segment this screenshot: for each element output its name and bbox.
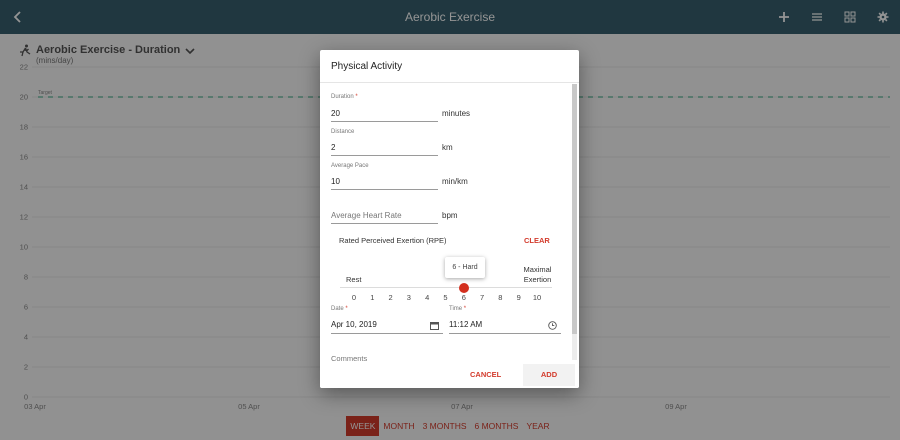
rpe-tick-label: 7: [480, 293, 485, 302]
dialog-scrollbar[interactable]: [572, 84, 577, 360]
time-input[interactable]: 11:12 AM: [449, 320, 482, 329]
heart-rate-input[interactable]: Average Heart Rate: [331, 211, 402, 220]
distance-unit: km: [442, 143, 453, 152]
dialog-title: Physical Activity: [331, 61, 403, 72]
rpe-tick-label: 0: [351, 293, 357, 302]
pace-input[interactable]: 10: [331, 177, 340, 186]
time-underline: [449, 333, 561, 334]
rpe-slider-track[interactable]: [340, 287, 552, 288]
pace-underline: [331, 189, 438, 190]
rpe-tick-labels: 0 1 2 3 4 5 6 7 8 9 10: [344, 293, 554, 303]
rpe-tick-label: 5: [443, 293, 448, 302]
distance-underline: [331, 155, 438, 156]
rpe-tick-label: 2: [388, 293, 393, 302]
rpe-tick-label: 3: [406, 293, 411, 302]
date-input[interactable]: Apr 10, 2019: [331, 320, 377, 329]
distance-input[interactable]: 2: [331, 143, 335, 152]
clock-icon[interactable]: [548, 321, 557, 330]
rpe-min-label: Rest: [346, 275, 362, 284]
calendar-icon[interactable]: [430, 321, 439, 330]
rpe-value-tooltip: 6 - Hard: [445, 257, 485, 278]
dialog-divider: [320, 82, 579, 83]
distance-label: Distance: [331, 129, 355, 135]
rpe-tick-label: 9: [516, 293, 521, 302]
heart-rate-underline: [331, 223, 438, 224]
dialog-actions: CANCEL ADD: [320, 362, 579, 388]
clear-button[interactable]: CLEAR: [524, 236, 550, 245]
pace-label: Average Pace: [331, 163, 369, 169]
date-underline: [331, 333, 443, 334]
rpe-tick-label: 6: [461, 293, 466, 302]
rpe-label: Rated Perceived Exertion (RPE): [339, 236, 447, 245]
duration-underline: [331, 121, 438, 122]
rpe-tick-label: 8: [498, 293, 503, 302]
add-button[interactable]: ADD: [523, 364, 575, 386]
rpe-slider-thumb[interactable]: [458, 283, 469, 293]
duration-unit: minutes: [442, 109, 471, 118]
heart-rate-unit: bpm: [442, 211, 458, 220]
rpe-tick-label: 10: [532, 293, 542, 302]
cancel-button[interactable]: CANCEL: [470, 370, 501, 379]
date-label: Date *: [331, 306, 348, 312]
rpe-max-label: Maximal Exertion: [523, 265, 552, 284]
time-label: Time *: [449, 306, 467, 312]
physical-activity-dialog: Physical Activity Duration * 20 minutes …: [320, 50, 579, 388]
dialog-scrollbar-thumb[interactable]: [572, 84, 577, 334]
rpe-tick-label: 4: [425, 293, 430, 302]
duration-label: Duration *: [331, 94, 358, 100]
rpe-tick-label: 1: [370, 293, 375, 302]
duration-input[interactable]: 20: [331, 109, 340, 118]
pace-unit: min/km: [442, 177, 468, 186]
